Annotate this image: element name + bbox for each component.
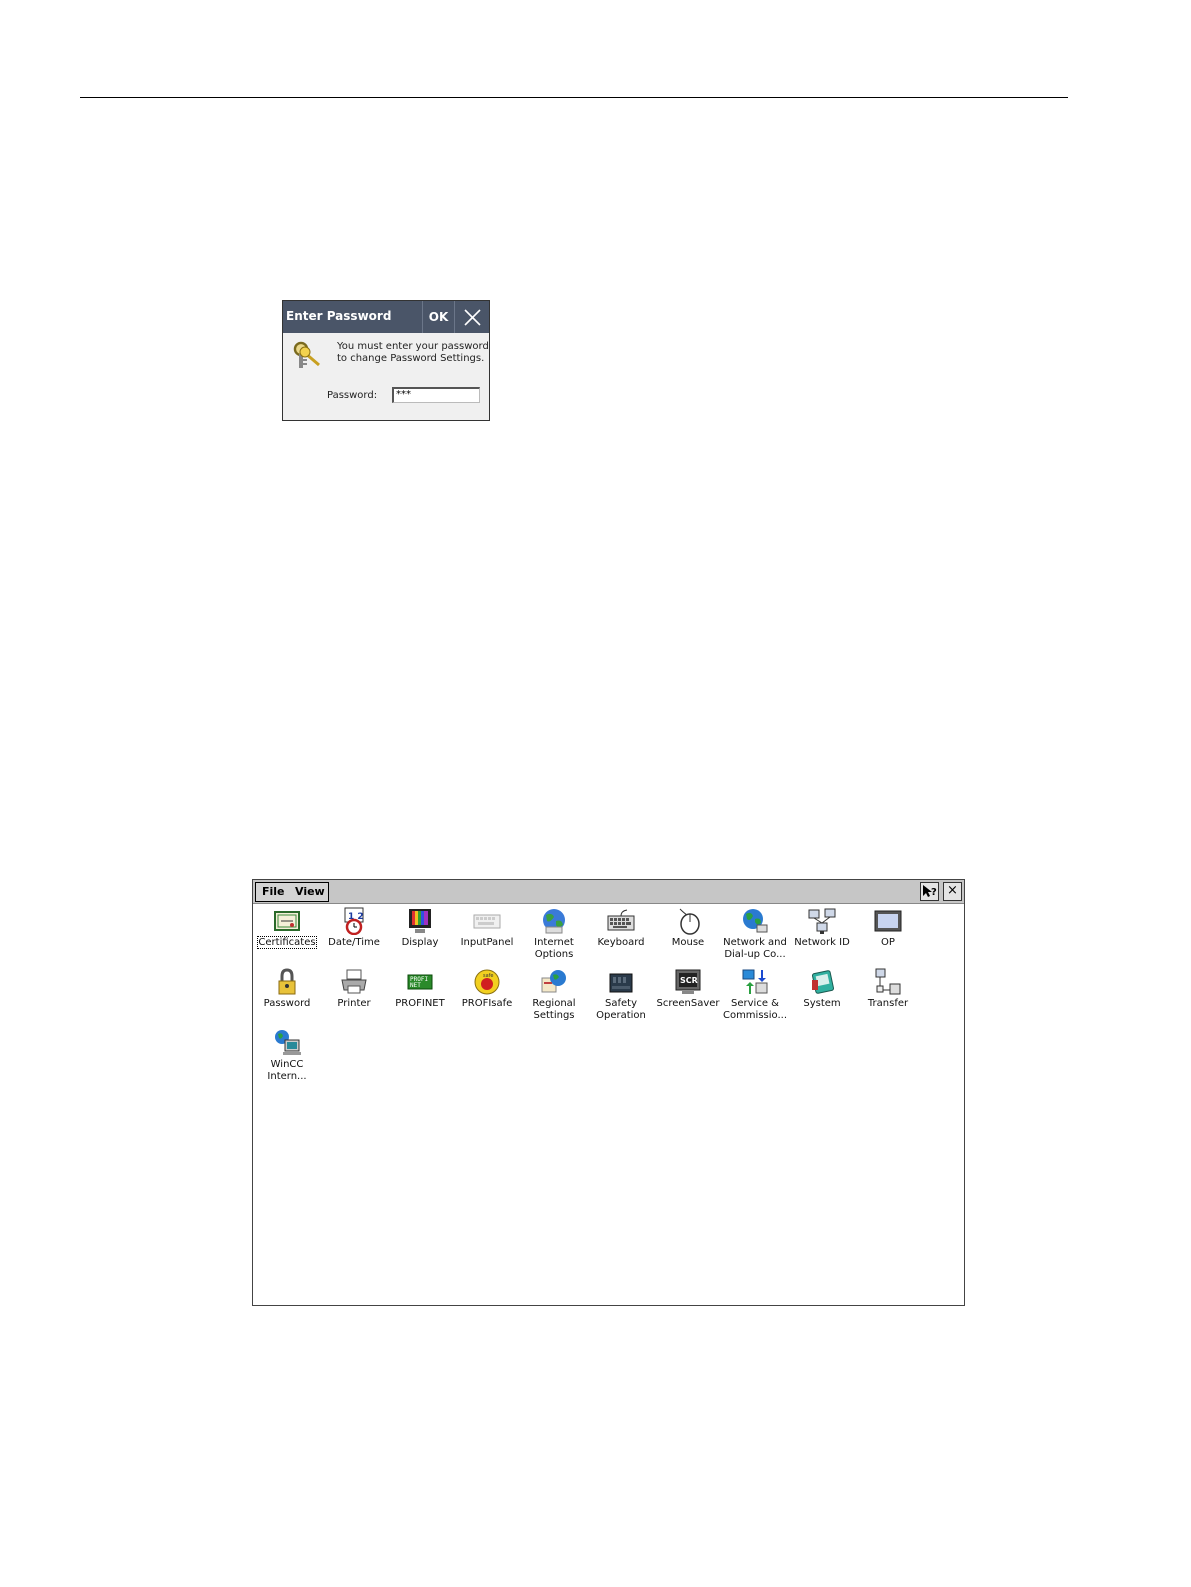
control-panel-item-wincc-intern[interactable]: WinCC Intern... (254, 1029, 320, 1087)
control-panel-item-regional-settings[interactable]: Regional Settings (521, 968, 587, 1026)
operator-panel-icon (874, 910, 902, 932)
control-panel-item-internet-options[interactable]: Internet Options (521, 907, 587, 965)
item-label: Printer (337, 998, 371, 1009)
globe-icon (543, 909, 565, 934)
item-label: System (803, 998, 841, 1009)
item-label: Password (263, 998, 311, 1009)
ok-button[interactable]: OK (422, 301, 454, 333)
item-label: PROFIsafe (461, 998, 513, 1009)
item-label: Service & Commissio... (722, 998, 788, 1021)
control-panel-item-certificates[interactable]: Certificates (254, 907, 320, 965)
close-icon (464, 309, 481, 326)
menu-file[interactable]: File (262, 885, 285, 898)
control-panel-item-inputpanel[interactable]: InputPanel (454, 907, 520, 965)
control-panel-item-transfer[interactable]: Transfer (855, 968, 921, 1026)
control-panel-item-network-and-dial-up-co[interactable]: Network and Dial-up Co... (722, 907, 788, 965)
control-panel-item-network-id[interactable]: Network ID (789, 907, 855, 965)
menu-view[interactable]: View (295, 885, 325, 898)
item-label: Mouse (671, 937, 705, 948)
enter-password-dialog: Enter Password OK You must enter your pa… (282, 300, 490, 421)
profinet-icon: PROFINET (407, 974, 433, 990)
item-label: InputPanel (460, 937, 514, 948)
password-label: Password: (327, 390, 378, 401)
control-panel-item-service-commissio[interactable]: Service & Commissio... (722, 968, 788, 1026)
transfer-icon (875, 968, 901, 995)
dialog-title: Enter Password (286, 309, 392, 323)
profisafe-icon: safe (474, 969, 500, 995)
network-id-icon (808, 908, 836, 934)
dialog-title-bar: Enter Password OK (283, 301, 489, 333)
item-label: Safety Operation (596, 998, 646, 1021)
item-label: Regional Settings (532, 998, 576, 1021)
item-label: Display (401, 937, 439, 948)
regional-icon (541, 970, 566, 993)
control-panel-item-keyboard[interactable]: Keyboard (588, 907, 654, 965)
control-panel-item-profinet[interactable]: PROFI NET PROFINET (387, 968, 453, 1026)
wincc-internet-icon (275, 1030, 301, 1055)
control-panel-item-safety-operation[interactable]: Safety Operation (588, 968, 654, 1026)
item-label: WinCC Intern... (267, 1059, 307, 1082)
item-label: OP (881, 937, 895, 948)
control-panel-item-display[interactable]: Display (387, 907, 453, 965)
safety-device-icon (609, 973, 633, 993)
screensaver-icon: SCR (675, 969, 701, 994)
control-panel-item-date-time[interactable]: 1 2 Date/Time (321, 907, 387, 965)
control-panel-item-printer[interactable]: Printer (321, 968, 387, 1026)
svg-text:?: ? (931, 887, 937, 898)
item-label: Certificates (257, 936, 317, 949)
control-panel-item-mouse[interactable]: Mouse (655, 907, 721, 965)
dialog-message-line2: to change Password Settings. (337, 353, 485, 364)
control-panel-item-op[interactable]: OP (855, 907, 921, 965)
item-label: Internet Options (534, 937, 574, 960)
item-label: Date/Time (328, 937, 380, 948)
item-label: ScreenSaver (656, 998, 720, 1009)
control-panel-item-system[interactable]: System (789, 968, 855, 1026)
padlock-icon (278, 968, 296, 995)
dialog-close-button[interactable] (454, 301, 490, 333)
control-panel-item-screensaver[interactable]: SCR ScreenSaver (655, 968, 721, 1026)
menu-group: File View (255, 882, 329, 902)
dialog-message-line1: You must enter your password (337, 341, 489, 352)
mouse-icon (679, 908, 700, 935)
certificate-icon (274, 911, 300, 931)
menu-bar: File View ? × (253, 880, 964, 904)
system-icon (811, 970, 835, 994)
item-label: Keyboard (597, 937, 645, 948)
password-input[interactable]: *** (392, 387, 480, 403)
service-icon (742, 969, 768, 994)
control-panel-window: File View ? × Certificates 1 2 Date/Time Di… (252, 879, 965, 1306)
item-label: Network and Dial-up Co... (723, 937, 787, 960)
printer-icon (341, 969, 367, 994)
svg-text:safe: safe (483, 973, 494, 979)
item-label: Transfer (867, 998, 909, 1009)
help-button[interactable]: ? (920, 882, 939, 901)
keyboard-panel-icon (473, 914, 501, 929)
control-panel-item-profisafe[interactable]: safe PROFIsafe (454, 968, 520, 1026)
header-rule (80, 97, 1068, 98)
control-panel-item-password[interactable]: Password (254, 968, 320, 1026)
pointer-help-icon: ? (923, 885, 937, 898)
keyboard-icon (607, 909, 635, 931)
svg-text:NET: NET (410, 982, 421, 989)
network-globe-icon (743, 909, 768, 933)
calendar-clock-icon: 1 2 (344, 907, 364, 935)
item-label: Network ID (794, 937, 850, 948)
monitor-icon (409, 909, 431, 933)
svg-text:SCR: SCR (680, 976, 698, 985)
window-close-button[interactable]: × (943, 882, 962, 901)
keys-icon (293, 341, 320, 368)
item-label: PROFINET (395, 998, 445, 1009)
